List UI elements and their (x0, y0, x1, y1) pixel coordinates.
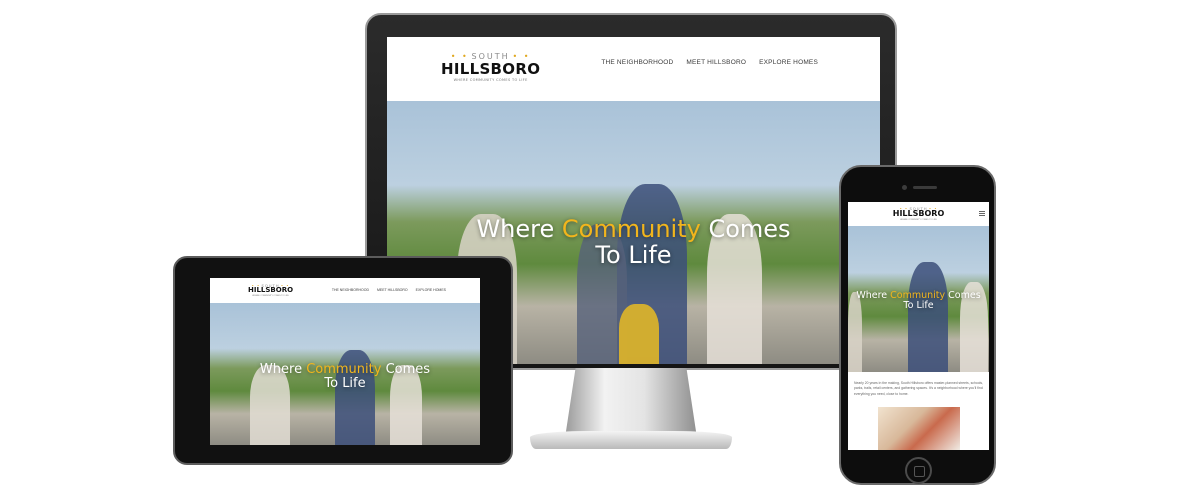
logo-main-text: HILLSBORO (248, 286, 294, 295)
main-nav: THE NEIGHBORHOOD MEET HILLSBORO EXPLORE … (324, 288, 446, 292)
logo-tagline: WHERE COMMUNITY COMES TO LIFE (252, 295, 289, 298)
nav-item-meet-hillsboro[interactable]: MEET HILLSBORO (686, 59, 746, 66)
site-logo[interactable]: • • SOUTH • • HILLSBORO WHERE COMMUNITY CO… (248, 283, 294, 298)
tablet-screen: • • SOUTH • • HILLSBORO WHERE COMMUNITY CO… (210, 278, 480, 445)
logo-main-text: HILLSBORO (892, 209, 945, 219)
nav-item-explore-homes[interactable]: EXPLORE HOMES (759, 59, 818, 66)
main-nav: THE NEIGHBORHOOD MEET HILLSBORO EXPLORE … (588, 59, 818, 66)
nav-item-neighborhood[interactable]: THE NEIGHBORHOOD (332, 288, 369, 292)
headline-accent: Community (561, 215, 701, 243)
nav-item-meet-hillsboro[interactable]: MEET HILLSBORO (377, 288, 408, 292)
cyclist-figure (908, 262, 948, 372)
hero-banner: Where Community Comes To Life (848, 226, 989, 372)
phone-device: • • SOUTH • • HILLSBORO WHERE COMMUNITY CO… (839, 165, 996, 485)
phone-screen: • • SOUTH • • HILLSBORO WHERE COMMUNITY CO… (848, 202, 989, 450)
hero-banner: Where Community Comes To Life (210, 303, 480, 445)
intro-paragraph: Nearly 20 years in the making, South Hil… (854, 381, 984, 396)
nav-item-explore-homes[interactable]: EXPLORE HOMES (416, 288, 446, 292)
cyclist-figure (619, 304, 659, 364)
logo-tagline: WHERE COMMUNITY COMES TO LIFE (900, 219, 937, 222)
family-photo (878, 407, 960, 450)
speaker-grille (913, 186, 937, 189)
site-logo[interactable]: • • SOUTH • • HILLSBORO WHERE COMMUNITY CO… (892, 206, 945, 222)
site-header: • • SOUTH • • HILLSBORO WHERE COMMUNITY CO… (848, 202, 989, 226)
nav-item-neighborhood[interactable]: THE NEIGHBORHOOD (601, 59, 673, 66)
hero-headline: Where Community Comes To Life (856, 290, 981, 312)
hero-headline: Where Community Comes To Life (259, 362, 431, 392)
tablet-device: • • SOUTH • • HILLSBORO WHERE COMMUNITY CO… (173, 256, 513, 465)
site-header: • • SOUTH • • HILLSBORO WHERE COMMUNITY CO… (387, 37, 880, 99)
monitor-stand (565, 368, 697, 438)
site-logo[interactable]: • • SOUTH • • HILLSBORO WHERE COMMUNITY CO… (441, 53, 540, 83)
camera-icon (902, 185, 907, 190)
site-header: • • SOUTH • • HILLSBORO WHERE COMMUNITY CO… (210, 278, 480, 303)
home-button-icon[interactable] (905, 457, 932, 484)
logo-tagline: WHERE COMMUNITY COMES TO LIFE (453, 78, 528, 83)
menu-icon[interactable] (979, 211, 985, 216)
logo-main-text: HILLSBORO (441, 60, 541, 79)
monitor-stand-base (530, 431, 732, 449)
headline-accent: Community (306, 362, 382, 377)
